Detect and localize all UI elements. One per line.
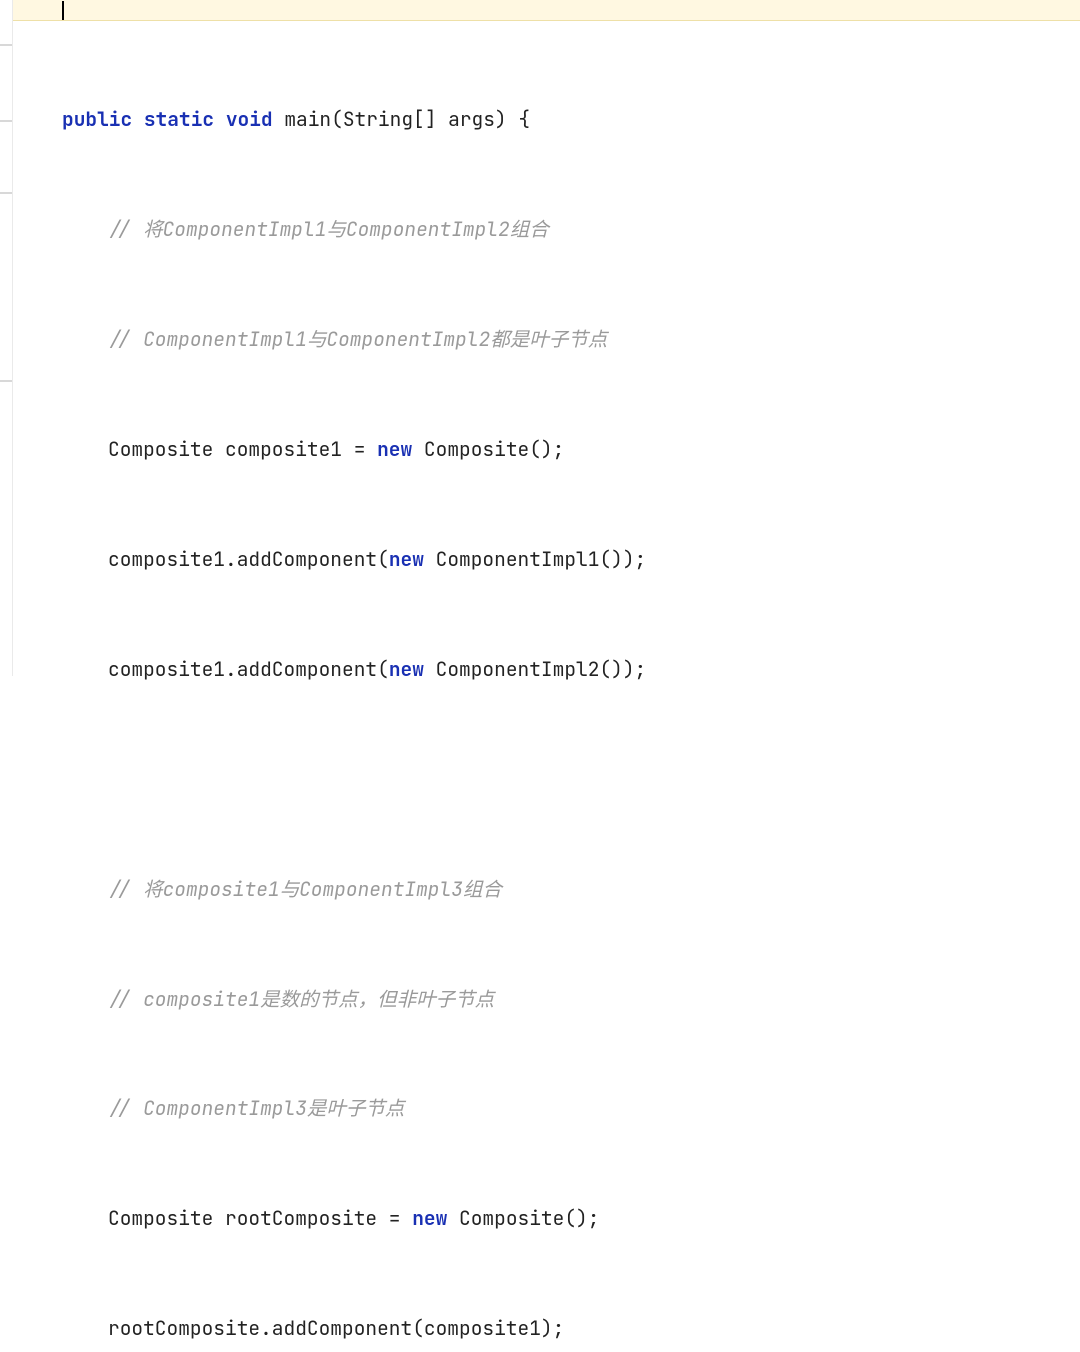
code-text: composite1.addComponent( xyxy=(108,656,389,682)
code-line: // 将ComponentImpl1与ComponentImpl2组合 xyxy=(62,211,681,248)
code-line: // ComponentImpl3是叶子节点 xyxy=(62,1090,681,1127)
text-caret xyxy=(62,1,64,20)
code-text: Composite rootComposite = xyxy=(108,1205,412,1231)
code-text: ComponentImpl1()); xyxy=(424,546,646,572)
code-text: composite1.addComponent( xyxy=(108,546,389,572)
comment: // 将ComponentImpl1与ComponentImpl2组合 xyxy=(108,216,549,242)
keyword-new: new xyxy=(389,656,424,682)
code-text xyxy=(214,106,226,132)
comment: // composite1是数的节点，但非叶子节点 xyxy=(108,986,494,1012)
code-line: // ComponentImpl1与ComponentImpl2都是叶子节点 xyxy=(62,321,681,358)
code-line: rootComposite.addComponent(composite1); xyxy=(62,1310,681,1347)
fold-mark-icon[interactable] xyxy=(0,44,12,46)
fold-mark-icon[interactable] xyxy=(0,120,12,122)
code-line-blank xyxy=(62,761,681,798)
code-line: composite1.addComponent(new ComponentImp… xyxy=(62,651,681,688)
code-line: // composite1是数的节点，但非叶子节点 xyxy=(62,981,681,1018)
code-line: composite1.addComponent(new ComponentImp… xyxy=(62,541,681,578)
comment: // ComponentImpl1与ComponentImpl2都是叶子节点 xyxy=(108,326,607,352)
comment: // ComponentImpl3是叶子节点 xyxy=(108,1095,404,1121)
keyword-void: void xyxy=(226,106,273,132)
editor-gutter[interactable] xyxy=(0,0,13,676)
code-text: ComponentImpl2()); xyxy=(424,656,646,682)
fold-mark-icon[interactable] xyxy=(0,192,12,194)
code-line: Composite rootComposite = new Composite(… xyxy=(62,1200,681,1237)
code-text xyxy=(132,106,144,132)
code-text: main(String[] args) { xyxy=(273,106,530,132)
keyword-new: new xyxy=(389,546,424,572)
editor-highlight-banner xyxy=(0,0,1080,21)
keyword-new: new xyxy=(412,1205,447,1231)
code-line: Composite composite1 = new Composite(); xyxy=(62,431,681,468)
code-line: // 将composite1与ComponentImpl3组合 xyxy=(62,871,681,908)
code-text: Composite(); xyxy=(412,436,564,462)
fold-mark-icon[interactable] xyxy=(0,380,12,382)
keyword-public: public xyxy=(62,106,132,132)
code-editor-content[interactable]: public static void main(String[] args) {… xyxy=(62,28,681,1352)
code-text: Composite composite1 = xyxy=(108,436,377,462)
comment: // 将composite1与ComponentImpl3组合 xyxy=(108,876,502,902)
code-text: rootComposite.addComponent(composite1); xyxy=(108,1315,564,1341)
code-line: public static void main(String[] args) { xyxy=(62,101,681,138)
code-text: Composite(); xyxy=(447,1205,599,1231)
keyword-static: static xyxy=(144,106,214,132)
keyword-new: new xyxy=(377,436,412,462)
